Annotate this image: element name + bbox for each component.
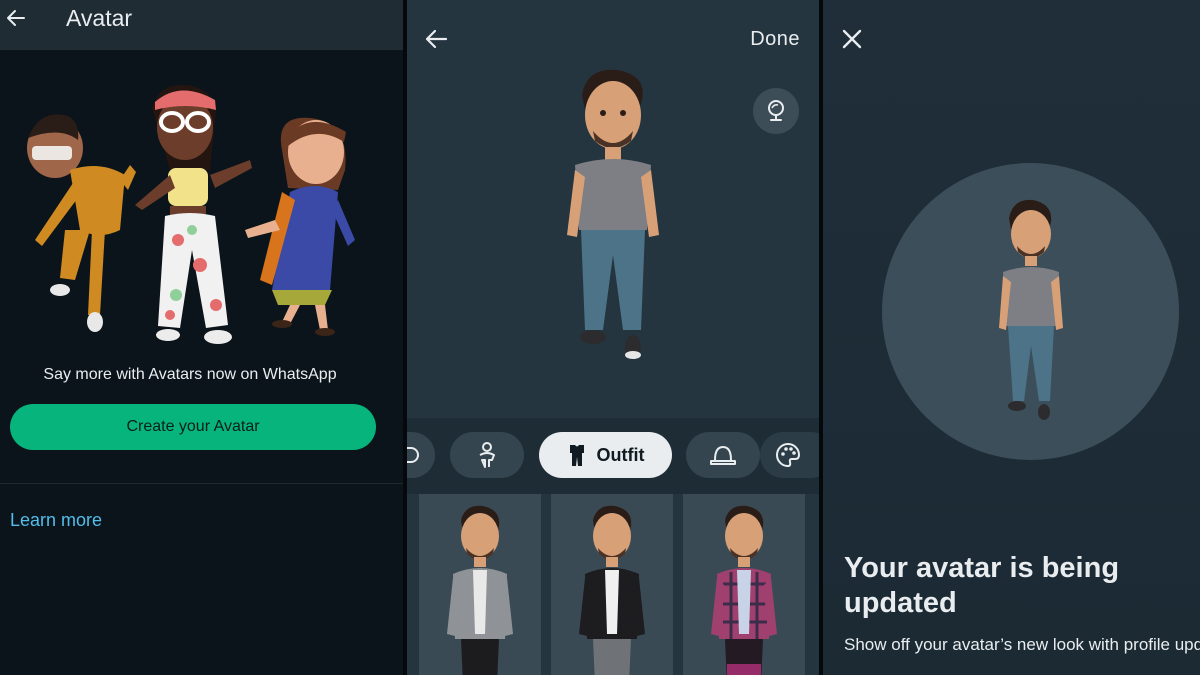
outfit-icon — [569, 445, 584, 466]
outfit-option-plaid-shirt[interactable] — [683, 494, 805, 675]
close-icon — [842, 29, 862, 49]
back-arrow-icon — [425, 29, 448, 49]
face-icon — [407, 447, 419, 463]
plaid-shirt-outfit-thumbnail — [711, 505, 777, 675]
mirror-button[interactable] — [753, 88, 799, 134]
back-button[interactable] — [423, 26, 449, 52]
tagline-text: Say more with Avatars now on WhatsApp — [43, 366, 337, 383]
back-button[interactable] — [4, 6, 28, 30]
tab-body[interactable] — [450, 432, 524, 478]
divider — [0, 483, 403, 484]
done-button[interactable]: Done — [750, 28, 800, 51]
avatar-boy-illustration — [27, 114, 136, 332]
tab-hat[interactable] — [686, 432, 760, 478]
tab-color[interactable] — [760, 432, 819, 478]
grey-blazer-outfit-thumbnail — [447, 505, 513, 675]
learn-more-link[interactable]: Learn more — [10, 510, 102, 531]
body-icon — [479, 442, 495, 468]
close-button[interactable] — [839, 26, 865, 57]
black-jacket-outfit-thumbnail — [579, 505, 645, 675]
avatar-intro-screen: Avatar Say more with Avatars now on What… — [0, 0, 403, 675]
back-arrow-icon — [7, 10, 25, 26]
tab-outfit-label: Outfit — [596, 444, 645, 465]
status-description: Show off your avatar’s new look with pro… — [844, 635, 1200, 654]
avatar-preview — [999, 199, 1063, 420]
tab-face[interactable] — [407, 432, 435, 478]
avatar-editor-screen: Done Outfit — [407, 0, 819, 675]
create-avatar-button[interactable]: Create your Avatar — [10, 404, 376, 450]
status-title: Your avatar is being updated — [844, 552, 1120, 619]
avatar-preview — [567, 69, 659, 359]
outfit-option-grey-blazer[interactable] — [419, 494, 541, 675]
mirror-icon — [768, 100, 784, 121]
page-title: Avatar — [66, 5, 133, 31]
category-tab-bar: Outfit — [407, 418, 819, 494]
avatars-illustration — [27, 84, 355, 344]
avatar-girl-illustration — [135, 84, 252, 344]
app-header: Avatar — [0, 0, 403, 50]
hat-icon — [710, 445, 736, 465]
palette-icon — [776, 442, 801, 468]
avatar-updating-screen: Your avatar is being updated Show off yo… — [823, 0, 1200, 675]
outfit-option-black-jacket[interactable] — [551, 494, 673, 675]
avatar-woman-illustration — [245, 117, 355, 336]
tab-outfit[interactable]: Outfit — [539, 432, 672, 478]
